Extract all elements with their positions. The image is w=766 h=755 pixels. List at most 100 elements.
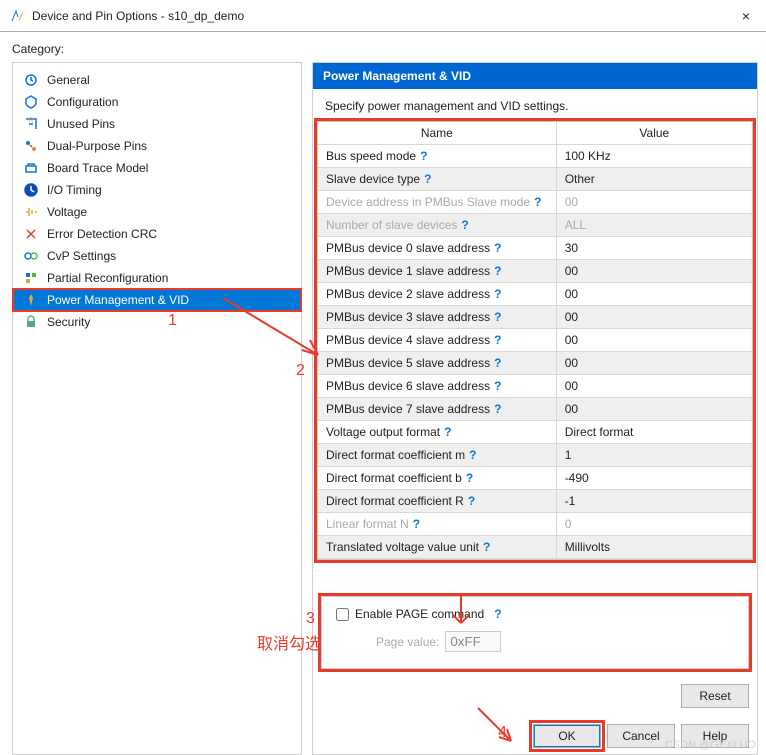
enable-page-label: Enable PAGE command: [355, 607, 484, 621]
setting-value[interactable]: 00: [557, 283, 752, 305]
settings-table: NameValueBus speed mode ?100 KHzSlave de…: [317, 121, 753, 560]
setting-value[interactable]: 100 KHz: [557, 145, 752, 167]
sidebar-item-label: General: [47, 73, 90, 87]
help-icon[interactable]: ?: [483, 540, 490, 554]
category-icon: [23, 204, 39, 220]
sidebar-item-general[interactable]: General: [13, 69, 301, 91]
setting-name: Slave device type ?: [318, 168, 557, 190]
help-icon[interactable]: ?: [494, 356, 501, 370]
category-icon: [23, 138, 39, 154]
app-icon: [10, 8, 26, 24]
close-icon[interactable]: ×: [736, 8, 756, 24]
setting-value[interactable]: 1: [557, 444, 752, 466]
page-value-label: Page value:: [376, 635, 439, 649]
reset-button[interactable]: Reset: [681, 684, 749, 708]
help-icon[interactable]: ?: [469, 448, 476, 462]
sidebar-item-i-o-timing[interactable]: I/O Timing: [13, 179, 301, 201]
setting-name: Voltage output format ?: [318, 421, 557, 443]
svg-text:R: R: [29, 118, 34, 124]
enable-page-checkbox[interactable]: [336, 608, 349, 621]
setting-name: PMBus device 3 slave address ?: [318, 306, 557, 328]
sidebar-item-unused-pins[interactable]: R Unused Pins: [13, 113, 301, 135]
help-icon[interactable]: ?: [413, 517, 420, 531]
help-icon[interactable]: ?: [494, 310, 501, 324]
main-panel: Power Management & VID Specify power man…: [312, 62, 758, 755]
setting-name: PMBus device 1 slave address ?: [318, 260, 557, 282]
help-icon[interactable]: ?: [494, 607, 501, 621]
help-icon[interactable]: ?: [444, 425, 451, 439]
setting-value[interactable]: -1: [557, 490, 752, 512]
category-icon: [23, 248, 39, 264]
panel-subtitle: Specify power management and VID setting…: [313, 89, 757, 121]
ok-button[interactable]: OK: [533, 724, 601, 748]
setting-value[interactable]: 0: [557, 513, 752, 535]
sidebar-item-label: Configuration: [47, 95, 118, 109]
watermark: CSDN @GEXLUO: [665, 739, 756, 751]
window-title: Device and Pin Options - s10_dp_demo: [32, 9, 736, 23]
help-icon[interactable]: ?: [468, 494, 475, 508]
page-command-group: Enable PAGE command ? Page value:: [321, 596, 749, 669]
setting-value[interactable]: 00: [557, 260, 752, 282]
setting-name: Translated voltage value unit ?: [318, 536, 557, 558]
sidebar-item-label: Security: [47, 315, 90, 329]
help-icon[interactable]: ?: [420, 149, 427, 163]
help-icon[interactable]: ?: [494, 379, 501, 393]
help-icon[interactable]: ?: [494, 287, 501, 301]
setting-name: PMBus device 7 slave address ?: [318, 398, 557, 420]
panel-header: Power Management & VID: [313, 63, 757, 89]
setting-value[interactable]: ALL: [557, 214, 752, 236]
setting-value[interactable]: 00: [557, 329, 752, 351]
sidebar-item-label: I/O Timing: [47, 183, 102, 197]
sidebar-item-security[interactable]: Security: [13, 311, 301, 333]
sidebar-item-label: Dual-Purpose Pins: [47, 139, 147, 153]
category-icon: [23, 94, 39, 110]
help-icon[interactable]: ?: [461, 218, 468, 232]
category-label: Category:: [0, 32, 766, 62]
setting-name: Direct format coefficient b ?: [318, 467, 557, 489]
titlebar: Device and Pin Options - s10_dp_demo ×: [0, 0, 766, 32]
setting-value[interactable]: 00: [557, 306, 752, 328]
setting-name: PMBus device 4 slave address ?: [318, 329, 557, 351]
help-icon[interactable]: ?: [424, 172, 431, 186]
help-icon[interactable]: ?: [466, 471, 473, 485]
setting-name: PMBus device 6 slave address ?: [318, 375, 557, 397]
setting-value[interactable]: 00: [557, 352, 752, 374]
category-icon: [23, 182, 39, 198]
help-icon[interactable]: ?: [534, 195, 541, 209]
sidebar-item-dual-purpose-pins[interactable]: Dual-Purpose Pins: [13, 135, 301, 157]
setting-value[interactable]: 30: [557, 237, 752, 259]
category-icon: [23, 72, 39, 88]
setting-value[interactable]: Millivolts: [557, 536, 752, 558]
sidebar-item-label: Error Detection CRC: [47, 227, 157, 241]
setting-value[interactable]: 00: [557, 375, 752, 397]
setting-name: Number of slave devices ?: [318, 214, 557, 236]
help-icon[interactable]: ?: [494, 402, 501, 416]
category-icon: [23, 314, 39, 330]
sidebar-item-power-management-vid[interactable]: Power Management & VID: [13, 289, 301, 311]
category-icon: [23, 270, 39, 286]
sidebar-item-cvp-settings[interactable]: CvP Settings: [13, 245, 301, 267]
category-icon: [23, 292, 39, 308]
setting-value[interactable]: 00: [557, 398, 752, 420]
setting-value[interactable]: Direct format: [557, 421, 752, 443]
setting-value[interactable]: -490: [557, 467, 752, 489]
sidebar-item-label: Voltage: [47, 205, 87, 219]
sidebar-item-voltage[interactable]: Voltage: [13, 201, 301, 223]
sidebar-item-label: Unused Pins: [47, 117, 115, 131]
col-value: Value: [557, 122, 752, 144]
help-icon[interactable]: ?: [494, 264, 501, 278]
sidebar-item-partial-reconfiguration[interactable]: Partial Reconfiguration: [13, 267, 301, 289]
sidebar-item-label: CvP Settings: [47, 249, 116, 263]
help-icon[interactable]: ?: [494, 241, 501, 255]
sidebar-item-label: Power Management & VID: [47, 293, 189, 307]
setting-name: PMBus device 0 slave address ?: [318, 237, 557, 259]
sidebar-item-configuration[interactable]: Configuration: [13, 91, 301, 113]
setting-name: Linear format N ?: [318, 513, 557, 535]
sidebar-item-error-detection-crc[interactable]: Error Detection CRC: [13, 223, 301, 245]
setting-value[interactable]: 00: [557, 191, 752, 213]
arrow-annotation: [473, 703, 523, 753]
setting-value[interactable]: Other: [557, 168, 752, 190]
sidebar-item-board-trace-model[interactable]: Board Trace Model: [13, 157, 301, 179]
help-icon[interactable]: ?: [494, 333, 501, 347]
page-value-input[interactable]: [445, 631, 501, 652]
